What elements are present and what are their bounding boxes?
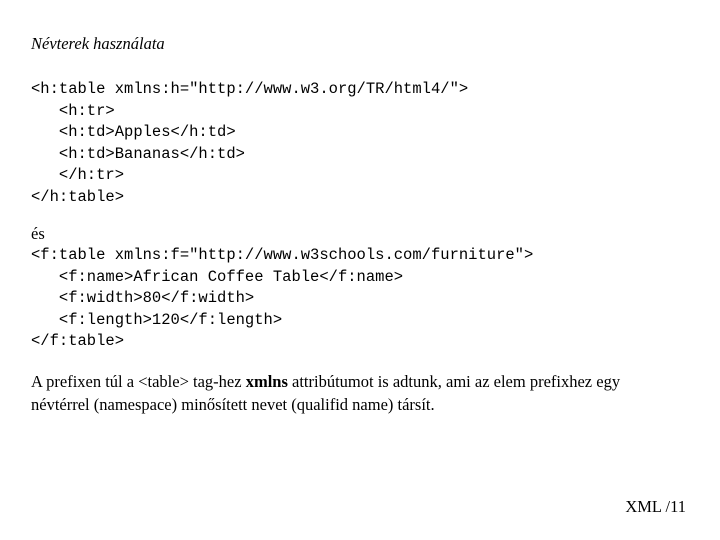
paragraph-part-1: A prefixen túl a <table> tag-hez xyxy=(31,372,246,391)
slide: Névterek használata <h:table xmlns:h="ht… xyxy=(0,0,720,540)
page-title: Névterek használata xyxy=(31,34,165,53)
code-block-namespace-h: <h:table xmlns:h="http://www.w3.org/TR/h… xyxy=(31,80,469,206)
paragraph-emphasis: xmlns xyxy=(245,372,288,391)
code-block-namespace-f: <f:table xmlns:f="http://www.w3schools.c… xyxy=(31,246,534,350)
slide-footer: XML /11 xyxy=(625,497,686,516)
body-paragraph: A prefixen túl a <table> tag-hez xmlns a… xyxy=(31,370,671,416)
connector-text: és xyxy=(31,224,45,243)
